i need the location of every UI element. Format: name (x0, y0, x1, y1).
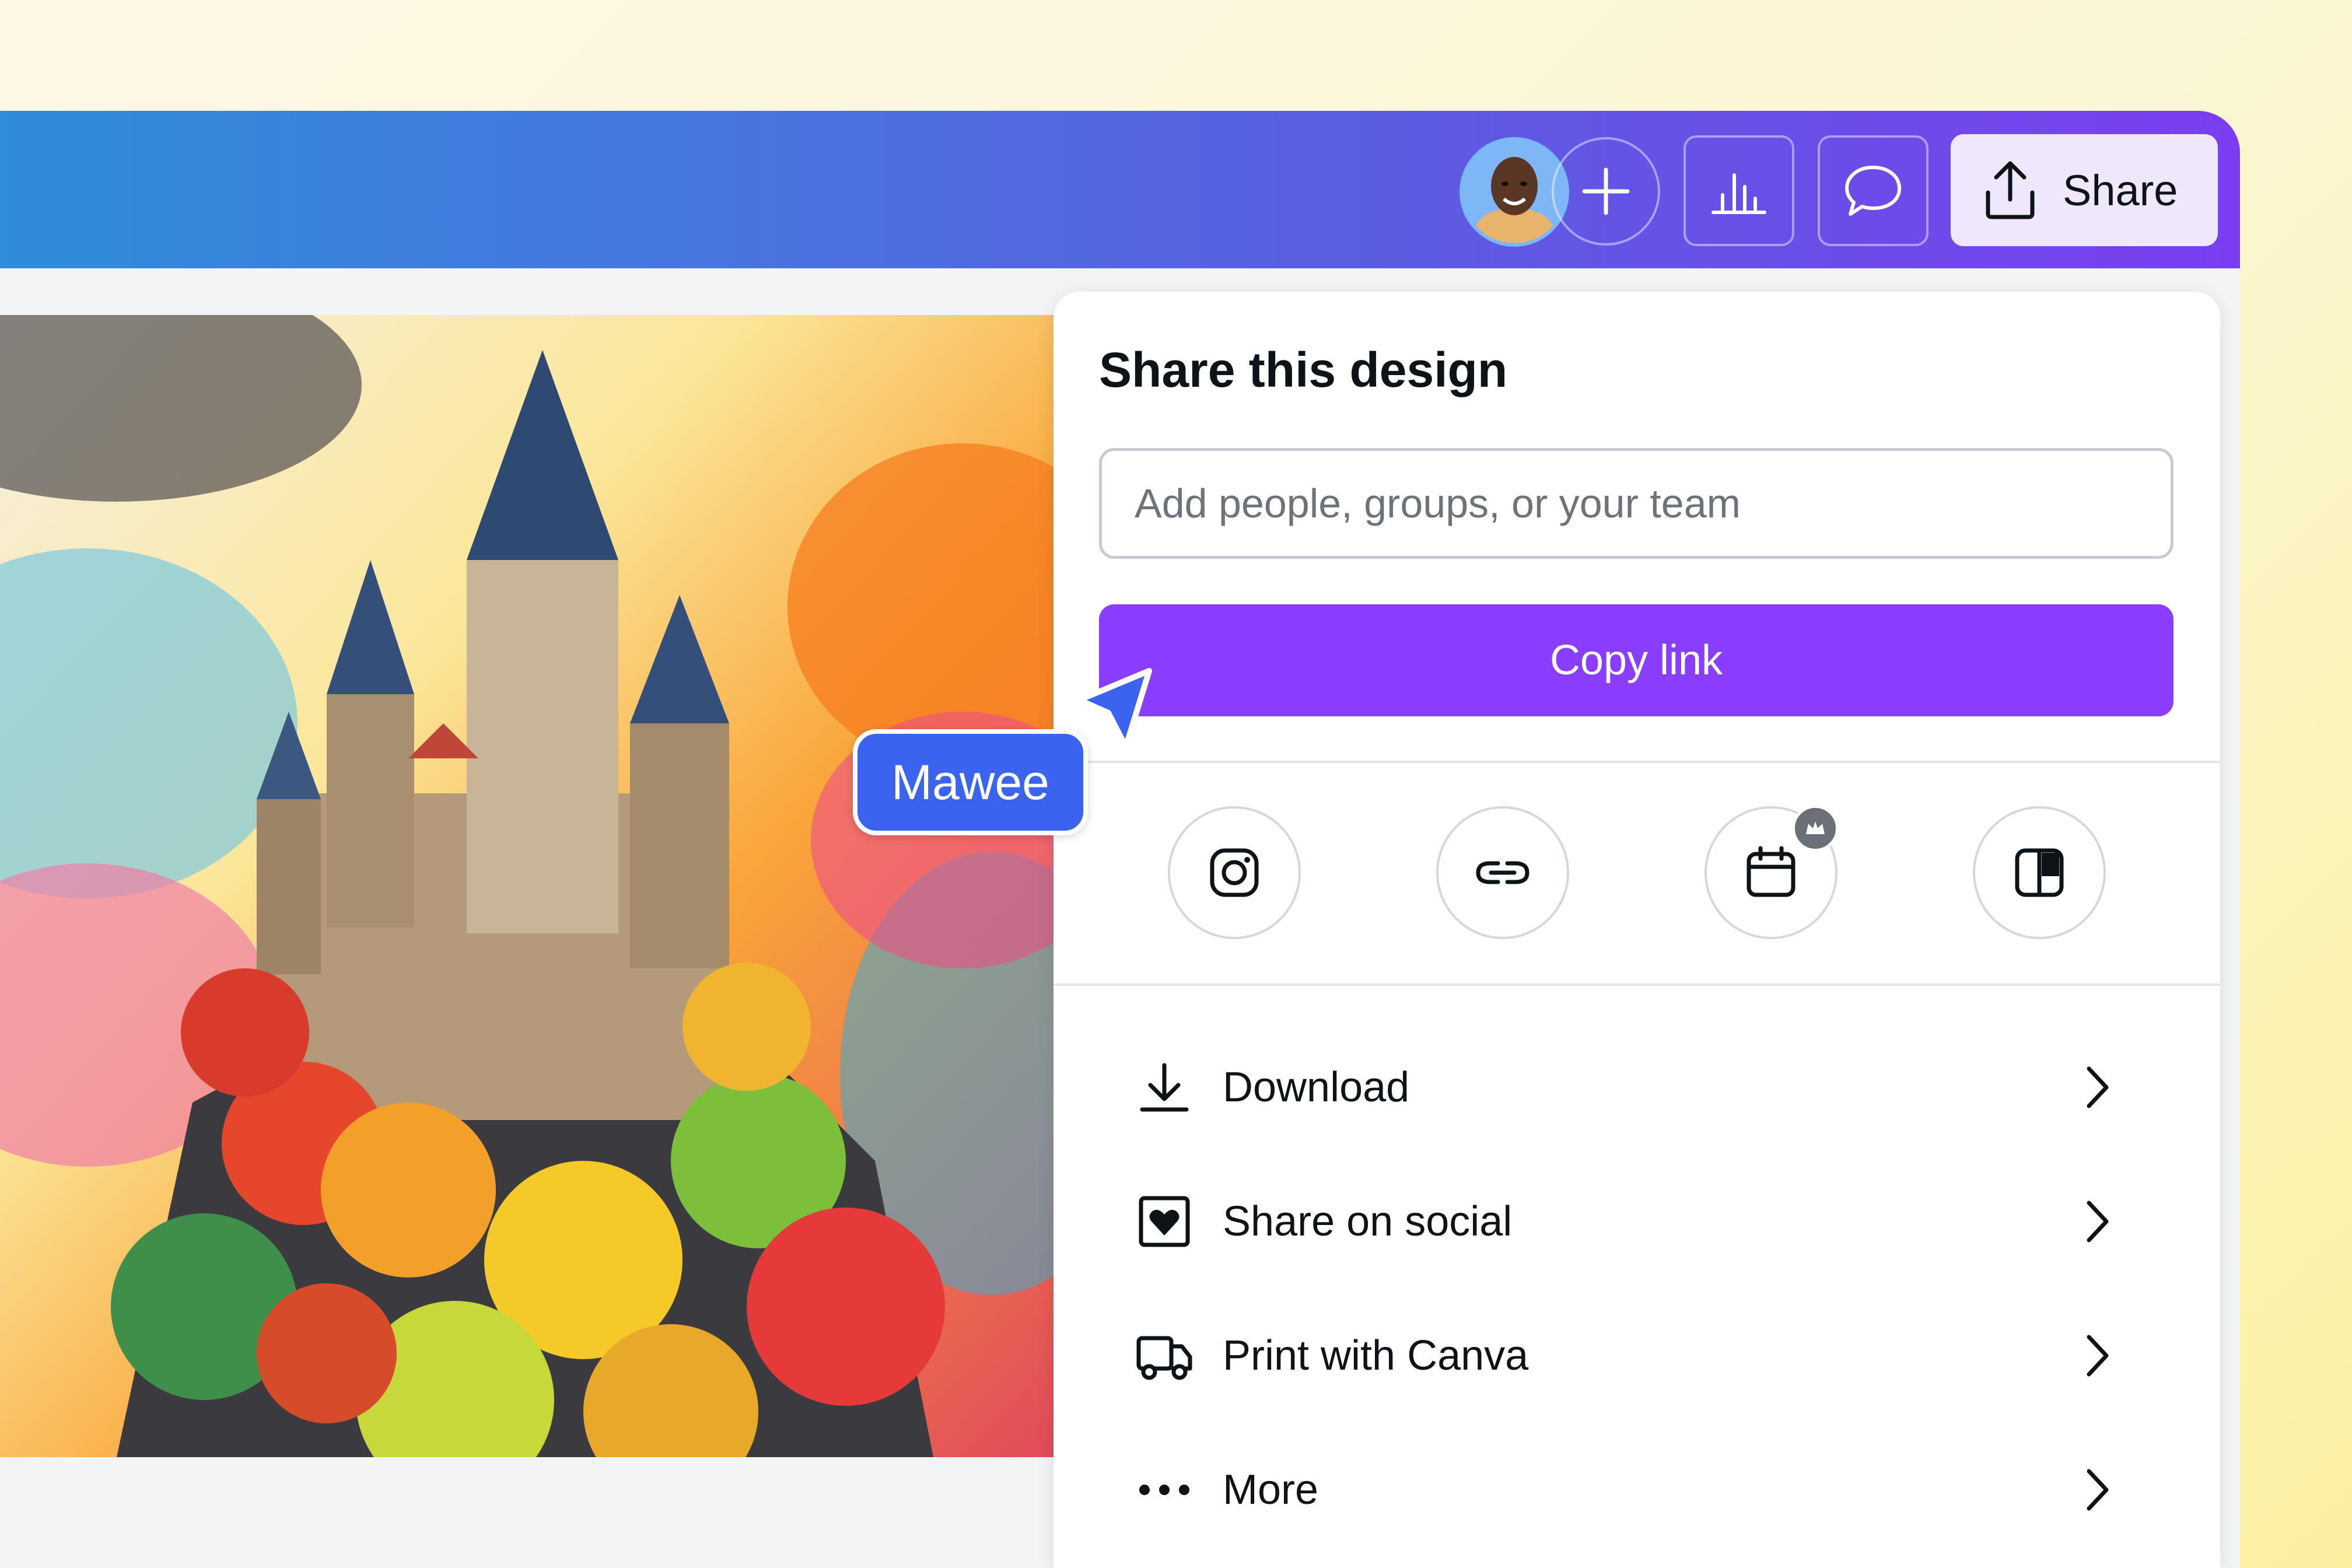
menu-item-share-on-social[interactable]: Share on social (1135, 1175, 2174, 1268)
share-panel-title: Share this design (1099, 342, 1508, 397)
comments-button[interactable] (1818, 135, 1929, 246)
heart-frame-icon (1135, 1192, 1194, 1251)
instagram-icon (1210, 848, 1259, 897)
schedule-calendar-icon (1746, 846, 1796, 897)
share-button[interactable]: Share (1951, 134, 2218, 246)
menu-item-label: Print with Canva (1223, 1332, 1529, 1379)
insights-button[interactable] (1684, 135, 1794, 246)
plus-icon (1582, 167, 1630, 215)
menu-item-label: Download (1223, 1064, 1410, 1111)
comment-icon (1845, 166, 1901, 216)
divider (1054, 761, 2220, 763)
menu-item-label: Share on social (1223, 1198, 1513, 1245)
public-link-button[interactable] (1436, 806, 1569, 939)
insights-icon (1712, 173, 1766, 214)
instagram-button[interactable] (1168, 806, 1301, 939)
menu-item-print-with-canva[interactable]: Print with Canva (1135, 1309, 2174, 1402)
chevron-right-icon (2074, 1461, 2121, 1519)
embed-button[interactable] (1973, 806, 2106, 939)
more-dots-icon (1135, 1461, 1194, 1519)
copy-link-button[interactable]: Copy link (1099, 604, 2174, 716)
crown-icon (1806, 821, 1825, 834)
castle-painting (0, 315, 1055, 1457)
add-collaborator-button[interactable] (1552, 137, 1660, 246)
truck-icon (1135, 1326, 1194, 1385)
top-toolbar: Share (0, 111, 2240, 268)
link-icon (1476, 861, 1530, 884)
add-people-input[interactable] (1099, 448, 2174, 559)
pro-crown-badge (1792, 805, 1839, 852)
collaborator-name-tag: Mawee (853, 729, 1088, 835)
design-canvas-image[interactable] (0, 315, 1055, 1457)
share-button-label: Share (2063, 166, 2178, 215)
share-panel: Share this design Copy link (1054, 292, 2220, 1568)
download-icon (1135, 1058, 1194, 1116)
chevron-right-icon (2074, 1326, 2121, 1385)
chevron-right-icon (2074, 1192, 2121, 1251)
menu-item-label: More (1223, 1466, 1319, 1513)
menu-item-more[interactable]: More (1135, 1443, 2174, 1536)
menu-item-download[interactable]: Download (1135, 1041, 2174, 1134)
share-upload-icon (1986, 161, 2035, 219)
divider (1054, 984, 2220, 986)
avatar-photo (1463, 141, 1566, 243)
embed-layout-icon (2015, 848, 2064, 897)
chevron-right-icon (2074, 1058, 2121, 1116)
